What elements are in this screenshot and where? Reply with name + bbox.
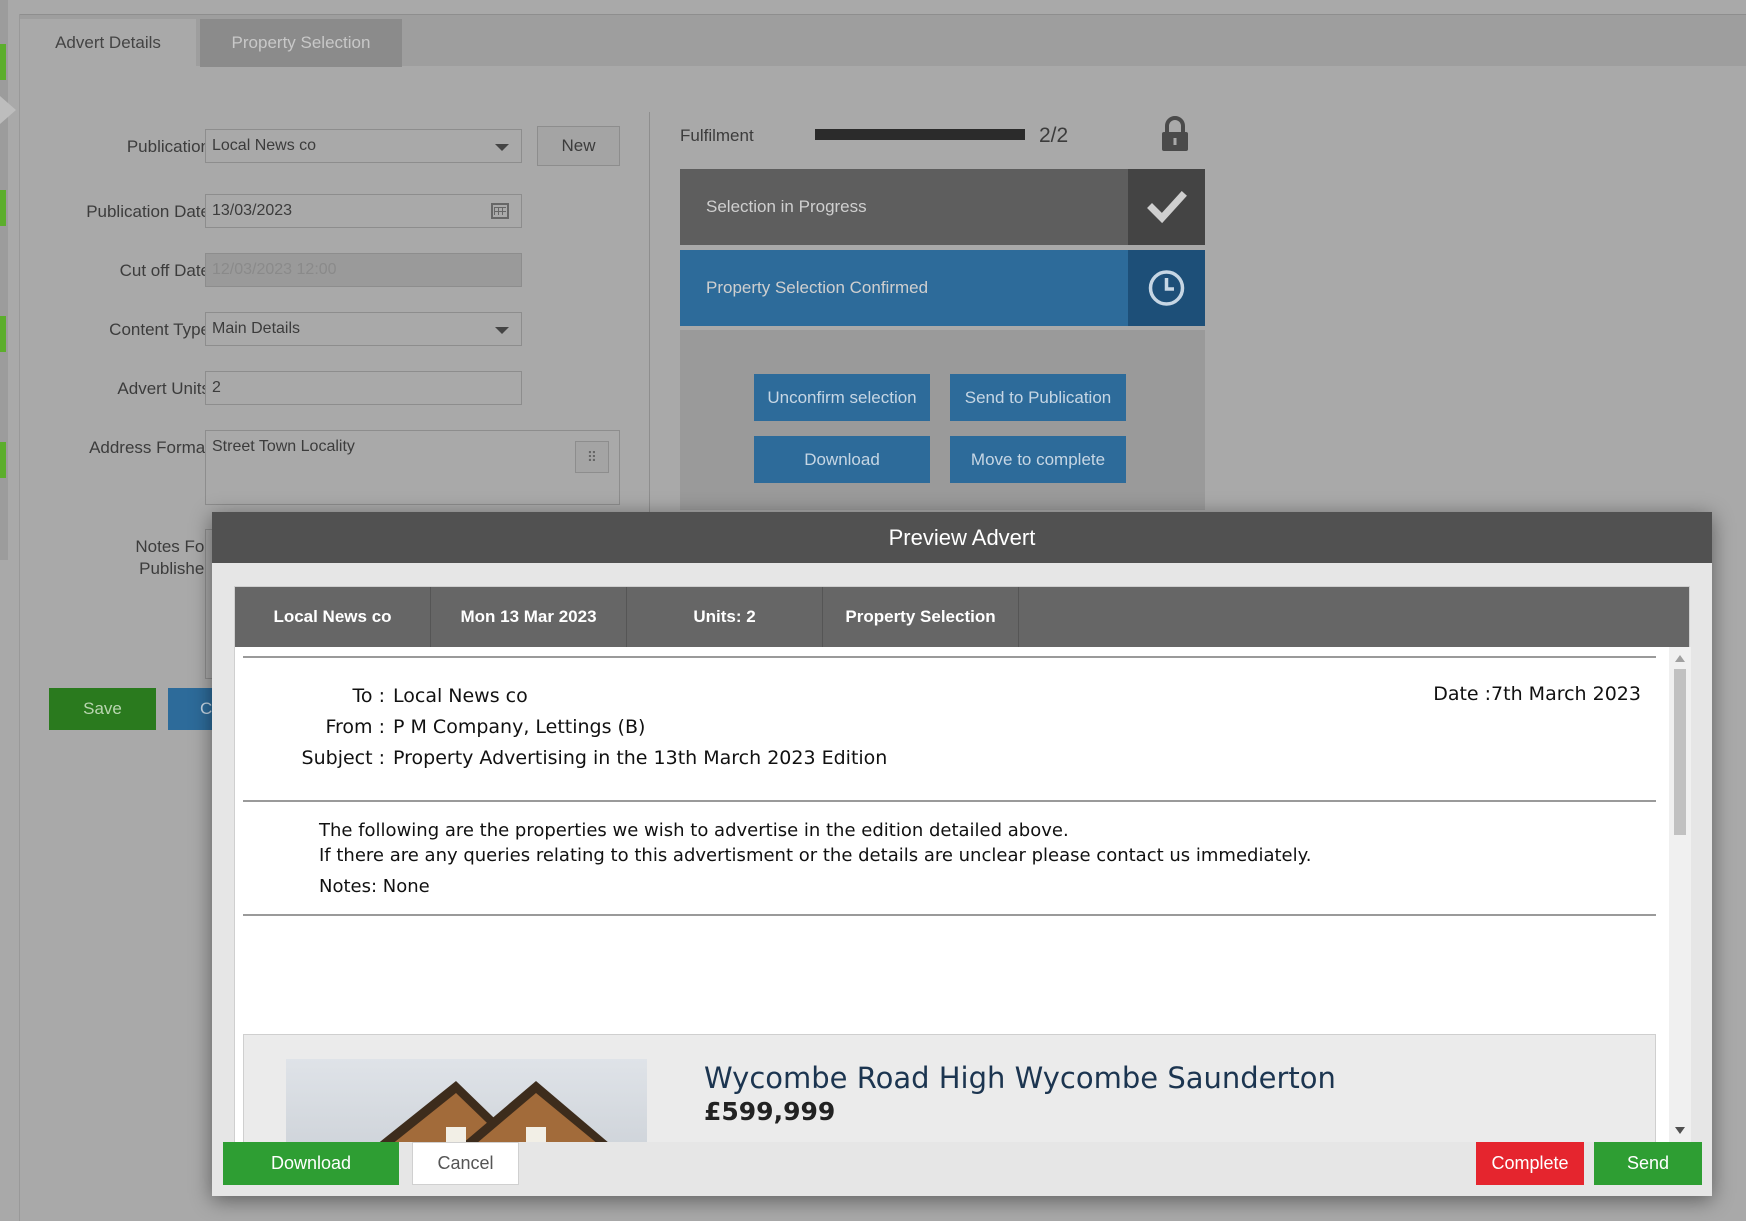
address-format-value: Street Town Locality xyxy=(212,438,355,455)
stage-label: Selection in Progress xyxy=(706,197,867,216)
info-date: Mon 13 Mar 2023 xyxy=(431,587,627,647)
check-icon xyxy=(1147,191,1187,224)
content-type-value: Main Details xyxy=(212,320,301,337)
send-to-publication-button[interactable]: Send to Publication xyxy=(950,374,1126,421)
chevron-down-icon xyxy=(495,144,509,151)
scroll-thumb[interactable] xyxy=(1674,669,1686,835)
save-button[interactable]: Save xyxy=(49,688,156,730)
to-key: To : xyxy=(352,685,385,707)
scroll-down-icon[interactable] xyxy=(1675,1127,1685,1134)
download-button[interactable]: Download xyxy=(754,436,930,483)
info-publication: Local News co xyxy=(235,587,431,647)
move-to-complete-button[interactable]: Move to complete xyxy=(950,436,1126,483)
stage-selection-in-progress: Selection in Progress xyxy=(680,169,1205,245)
letter-body-line2: If there are any queries relating to thi… xyxy=(319,845,1312,866)
divider xyxy=(243,656,1656,658)
modal-send-button[interactable]: Send xyxy=(1594,1142,1702,1185)
preview-content: Local News co Mon 13 Mar 2023 Units: 2 P… xyxy=(234,586,1691,1142)
subject-value: Property Advertising in the 13th March 2… xyxy=(393,747,888,769)
grip-icon[interactable]: ⠿ xyxy=(575,441,609,473)
subject-key: Subject : xyxy=(301,747,385,769)
publication-value: Local News co xyxy=(212,137,317,154)
fulfilment-label: Fulfilment xyxy=(680,126,754,145)
stage-label: Property Selection Confirmed xyxy=(706,278,929,297)
preview-scrollbar[interactable] xyxy=(1669,647,1691,1142)
publication-select[interactable]: Local News co xyxy=(205,129,522,163)
cut-off-date-value: 12/03/2023 12:00 xyxy=(212,261,337,278)
chevron-down-icon xyxy=(495,327,509,334)
letter-notes: Notes: None xyxy=(319,876,430,897)
letter-body-line1: The following are the properties we wish… xyxy=(319,820,1069,841)
to-value: Local News co xyxy=(393,685,528,707)
nav-marker xyxy=(0,190,6,226)
divider xyxy=(243,800,1656,802)
left-nav-strip xyxy=(0,0,8,560)
tab-advert-details[interactable]: Advert Details xyxy=(20,19,196,67)
cut-off-date-label: Cut off Date xyxy=(119,261,210,280)
advert-units-label: Advert Units xyxy=(117,379,210,398)
modal-download-button[interactable]: Download xyxy=(223,1142,399,1185)
scroll-up-icon[interactable] xyxy=(1675,655,1685,662)
info-section: Property Selection xyxy=(823,587,1019,647)
cut-off-date-input: 12/03/2023 12:00 xyxy=(205,253,522,287)
unconfirm-selection-button[interactable]: Unconfirm selection xyxy=(754,374,930,421)
address-format-label: Address Format xyxy=(89,438,210,457)
letter-from-row: From : P M Company, Lettings (B) xyxy=(235,716,1135,740)
fulfilment-progress xyxy=(815,129,1025,140)
tab-bar: Advert Details Property Selection xyxy=(20,14,1746,67)
nav-marker xyxy=(0,44,6,80)
calendar-icon[interactable] xyxy=(491,203,509,219)
clock-icon xyxy=(1148,270,1185,306)
advert-units-value: 2 xyxy=(212,379,221,396)
stage-icon-box xyxy=(1128,250,1205,326)
fulfilment-actions: Unconfirm selection Send to Publication … xyxy=(680,330,1205,510)
info-units: Units: 2 xyxy=(627,587,823,647)
property-photo xyxy=(286,1059,647,1142)
preview-advert-modal: Preview Advert Local News co Mon 13 Mar … xyxy=(212,512,1712,1196)
advert-units-input[interactable]: 2 xyxy=(205,371,522,405)
tab-property-selection[interactable]: Property Selection xyxy=(200,19,402,67)
divider xyxy=(243,914,1656,916)
nav-marker xyxy=(0,442,6,478)
fulfilment-fraction: 2/2 xyxy=(1039,124,1069,147)
house-icon xyxy=(379,1081,608,1142)
modal-cancel-button[interactable]: Cancel xyxy=(412,1142,519,1185)
letter-to-row: To : Local News co xyxy=(235,685,1135,709)
modal-title: Preview Advert xyxy=(212,512,1712,563)
property-card: Wycombe Road High Wycombe Saunderton £59… xyxy=(243,1034,1656,1142)
notes-label-line1: Notes For xyxy=(135,537,210,556)
content-type-label: Content Type xyxy=(109,320,210,339)
preview-scroll-area[interactable]: To : Local News co From : P M Company, L… xyxy=(235,647,1691,1142)
stage-icon-box xyxy=(1128,169,1205,245)
letter-date: Date :7th March 2023 xyxy=(1433,683,1641,705)
stage-property-selection-confirmed: Property Selection Confirmed xyxy=(680,250,1205,326)
lock-icon xyxy=(1162,116,1188,151)
address-format-input[interactable]: Street Town Locality ⠿ xyxy=(205,430,620,505)
publication-label: Publication xyxy=(126,137,210,156)
modal-complete-button[interactable]: Complete xyxy=(1476,1142,1584,1185)
new-publication-button[interactable]: New xyxy=(537,126,620,166)
preview-info-bar: Local News co Mon 13 Mar 2023 Units: 2 P… xyxy=(235,587,1689,647)
property-title[interactable]: Wycombe Road High Wycombe Saunderton xyxy=(704,1061,1336,1095)
property-price: £599,999 xyxy=(704,1097,836,1126)
notes-label-line2: Publisher xyxy=(139,559,210,578)
content-type-select[interactable]: Main Details xyxy=(205,312,522,346)
publication-date-input[interactable]: 13/03/2023 xyxy=(205,194,522,228)
nav-marker xyxy=(0,316,6,352)
publication-date-value: 13/03/2023 xyxy=(212,202,293,219)
progress-fill xyxy=(815,129,1025,140)
from-key: From : xyxy=(325,716,385,738)
letter-subject-row: Subject : Property Advertising in the 13… xyxy=(235,747,1135,771)
nav-arrow-icon xyxy=(0,96,16,124)
from-value: P M Company, Lettings (B) xyxy=(393,716,646,738)
publication-date-label: Publication Date xyxy=(86,202,210,221)
column-divider xyxy=(649,112,650,512)
